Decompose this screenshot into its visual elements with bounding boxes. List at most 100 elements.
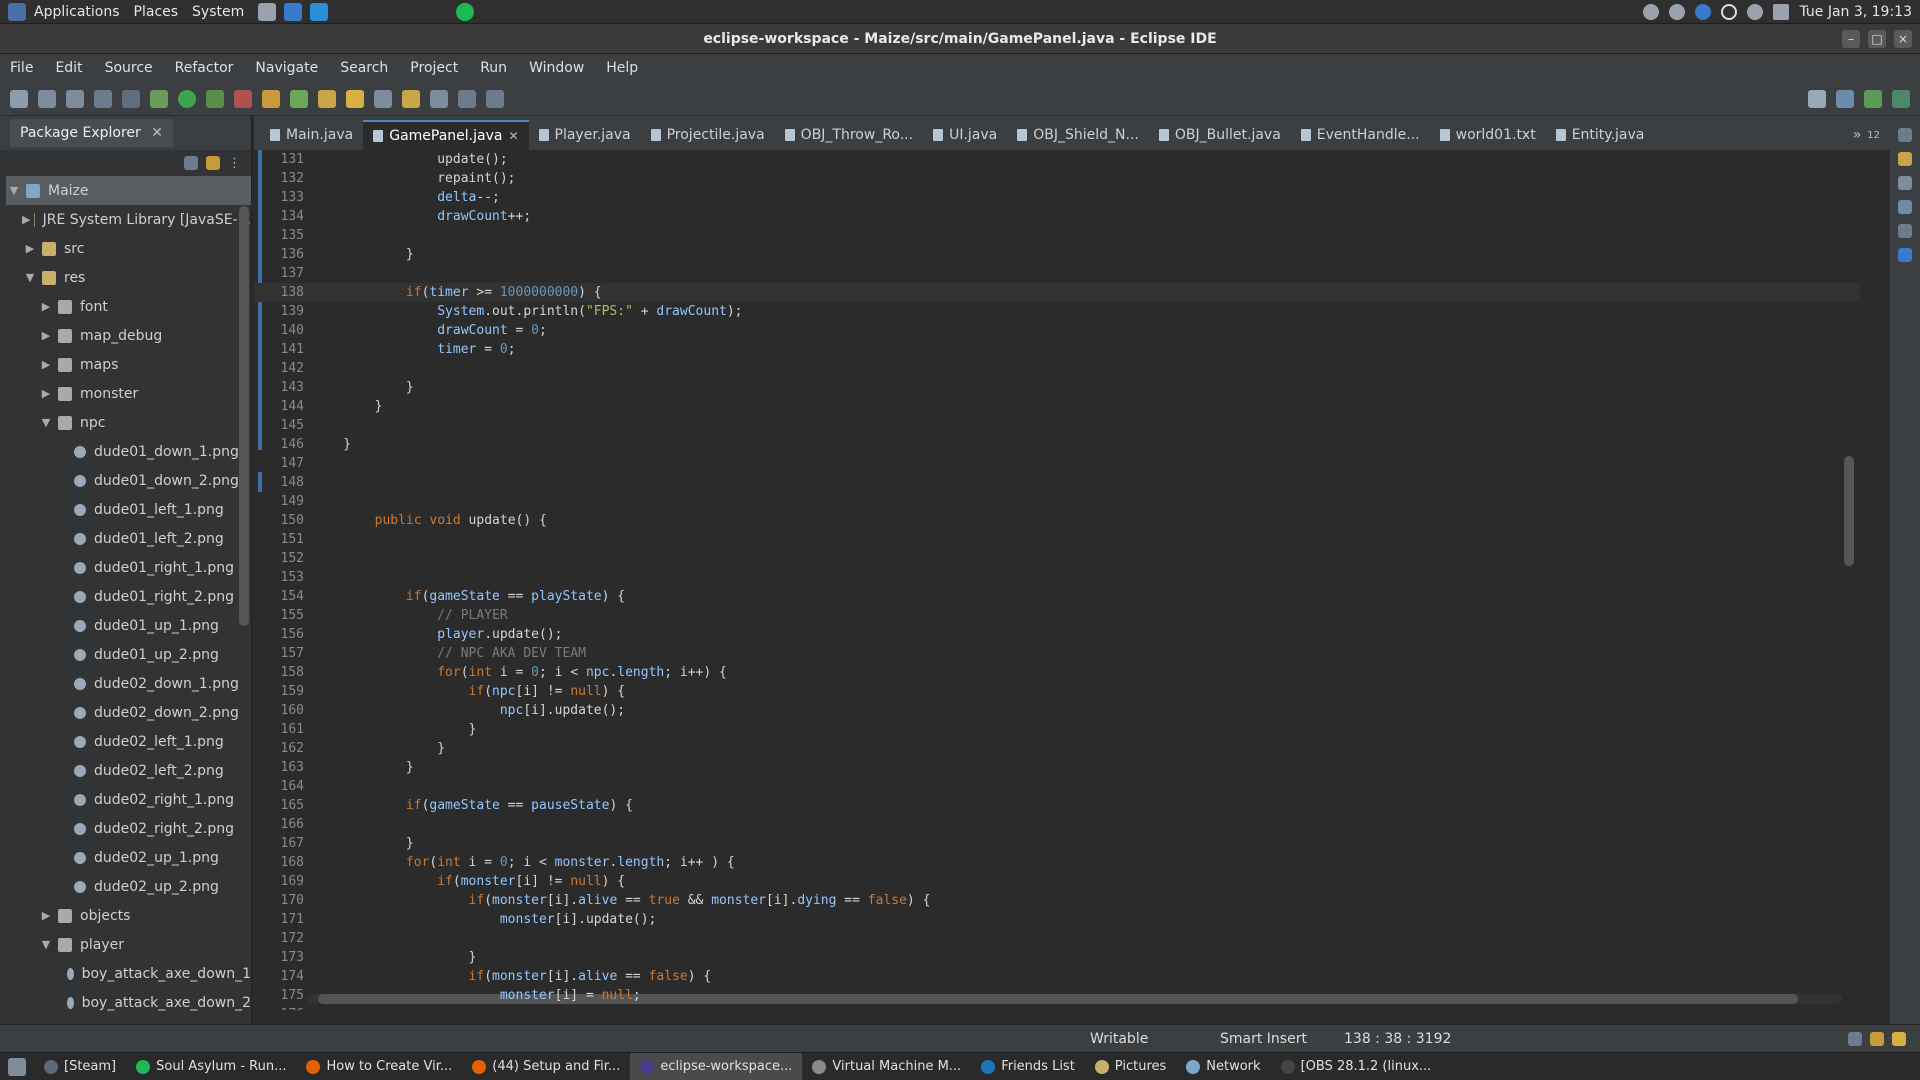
status-icon[interactable] <box>1848 1031 1862 1046</box>
close-icon[interactable]: ✕ <box>508 129 518 143</box>
tree-item[interactable]: ▶ monster <box>6 379 251 408</box>
code-line[interactable]: 135 <box>254 226 1860 245</box>
taskbar-item[interactable]: [Steam] <box>34 1053 126 1080</box>
editor-tab[interactable]: GamePanel.java ✕ <box>363 120 529 150</box>
code-line[interactable]: 156 player.update(); <box>254 625 1860 644</box>
debug-icon[interactable] <box>150 89 168 108</box>
close-window-button[interactable]: × <box>1894 30 1912 48</box>
search-tool-icon[interactable] <box>346 89 364 108</box>
menu-refactor[interactable]: Refactor <box>175 60 234 76</box>
code-line[interactable]: 168 for(int i = 0; i < monster.length; i… <box>254 853 1860 872</box>
tree-item[interactable]: dude02_right_2.png <box>6 814 251 843</box>
tree-item[interactable]: ▶ maps <box>6 350 251 379</box>
hierarchy-view-icon[interactable] <box>1898 248 1912 262</box>
code-line[interactable]: 163 } <box>254 758 1860 777</box>
code-line[interactable]: 162 } <box>254 739 1860 758</box>
code-line[interactable]: 143 } <box>254 378 1860 397</box>
new-icon[interactable] <box>10 89 28 108</box>
tree-item[interactable]: ▶ font <box>6 292 251 321</box>
editor-tab[interactable]: world01.txt <box>1430 120 1546 150</box>
skip-breakpoints-icon[interactable] <box>122 89 140 108</box>
code-line[interactable]: 157 // NPC AKA DEV TEAM <box>254 644 1860 663</box>
code-line[interactable]: 144 } <box>254 397 1860 416</box>
outline-view-icon[interactable] <box>1898 152 1912 166</box>
code-line[interactable]: 161 } <box>254 720 1860 739</box>
code-line[interactable]: 158 for(int i = 0; i < npc.length; i++) … <box>254 663 1860 682</box>
tree-item[interactable]: ▼ res <box>6 263 251 292</box>
editor-tab[interactable]: EventHandle... <box>1291 120 1430 150</box>
tree-item[interactable]: ▼ npc <box>6 408 251 437</box>
collapsed-arrow-icon[interactable]: ▶ <box>38 358 54 371</box>
editor-tab[interactable]: Entity.java <box>1546 120 1655 150</box>
tree-item[interactable]: dude02_left_1.png <box>6 727 251 756</box>
code-line[interactable]: 139 System.out.println("FPS:" + drawCoun… <box>254 302 1860 321</box>
tree-item[interactable]: dude01_up_2.png <box>6 640 251 669</box>
menu-project[interactable]: Project <box>410 60 458 76</box>
code-line[interactable]: 169 if(monster[i] != null) { <box>254 872 1860 891</box>
minimize-view-icon[interactable] <box>1898 128 1912 142</box>
code-line[interactable]: 142 <box>254 359 1860 378</box>
code-line[interactable]: 172 <box>254 929 1860 948</box>
tree-item[interactable]: dude02_up_1.png <box>6 843 251 872</box>
tree-item[interactable]: boy_attack_axe_down_2 <box>6 988 251 1017</box>
show-desktop-icon[interactable] <box>8 1057 26 1076</box>
editor-tab[interactable]: UI.java <box>923 120 1007 150</box>
taskbar-item[interactable]: eclipse-workspace... <box>630 1052 803 1080</box>
package-explorer-tab[interactable]: Package Explorer ✕ <box>10 119 173 147</box>
tree-item[interactable]: dude01_down_2.png <box>6 466 251 495</box>
code-line[interactable]: 152 <box>254 549 1860 568</box>
code-line[interactable]: 148 <box>254 473 1860 492</box>
tree-item[interactable]: ▶ map_debug <box>6 321 251 350</box>
tree-item[interactable]: boy_attack_axe_down_1 <box>6 959 251 988</box>
debug-perspective-icon[interactable] <box>1892 89 1910 108</box>
view-menu-icon[interactable]: ⋮ <box>228 156 241 171</box>
code-line[interactable]: 133 delta--; <box>254 188 1860 207</box>
code-line[interactable]: 141 timer = 0; <box>254 340 1860 359</box>
app-launcher-icon[interactable] <box>8 2 26 21</box>
tree-item[interactable]: dude01_left_2.png <box>6 524 251 553</box>
vscode-launcher-icon[interactable] <box>310 2 329 21</box>
taskbar-item[interactable]: Pictures <box>1085 1053 1176 1080</box>
code-line[interactable]: 176 <box>254 1005 1860 1010</box>
code-line[interactable]: 140 drawCount = 0; <box>254 321 1860 340</box>
status-cursor-position[interactable]: 138 : 38 : 3192 <box>1344 1031 1451 1047</box>
code-line[interactable]: 159 if(npc[i] != null) { <box>254 682 1860 701</box>
tree-item[interactable]: dude02_left_2.png <box>6 756 251 785</box>
collapsed-arrow-icon[interactable]: ▶ <box>22 242 38 255</box>
code-line[interactable]: 147 <box>254 454 1860 473</box>
new-java-project-icon[interactable] <box>262 89 280 108</box>
tree-item[interactable]: ▼ Maize <box>6 176 251 205</box>
lightbulb-icon[interactable] <box>1892 1031 1906 1046</box>
code-line[interactable]: 151 <box>254 530 1860 549</box>
taskbar-item[interactable]: Soul Asylum - Run... <box>126 1053 296 1080</box>
collapsed-arrow-icon[interactable]: ▶ <box>38 387 54 400</box>
expanded-arrow-icon[interactable]: ▼ <box>38 938 54 951</box>
console-view-icon[interactable] <box>1898 224 1912 238</box>
minimize-button[interactable]: – <box>1842 30 1860 48</box>
code-line[interactable]: 131 update(); <box>254 150 1860 169</box>
coverage-icon[interactable] <box>206 89 224 108</box>
bluetooth-icon[interactable] <box>1695 3 1712 20</box>
code-line[interactable]: 166 <box>254 815 1860 834</box>
tree-item[interactable]: ▶ src <box>6 234 251 263</box>
external-tools-icon[interactable] <box>234 89 252 108</box>
menu-navigate[interactable]: Navigate <box>255 60 318 76</box>
code-line[interactable]: 160 npc[i].update(); <box>254 701 1860 720</box>
system-menu[interactable]: System <box>192 4 244 20</box>
tree-item[interactable]: dude01_up_1.png <box>6 611 251 640</box>
taskbar-item[interactable]: Network <box>1176 1053 1270 1080</box>
code-line[interactable]: 164 <box>254 777 1860 796</box>
open-type-icon[interactable] <box>318 89 336 108</box>
code-line[interactable]: 145 <box>254 416 1860 435</box>
expanded-arrow-icon[interactable]: ▼ <box>22 271 38 284</box>
task-list-icon[interactable] <box>1898 176 1912 190</box>
maximize-button[interactable]: □ <box>1868 30 1886 48</box>
tree-item[interactable]: ▶ objects <box>6 901 251 930</box>
expanded-arrow-icon[interactable]: ▼ <box>6 184 22 197</box>
menu-file[interactable]: File <box>10 60 33 76</box>
code-line[interactable]: 153 <box>254 568 1860 587</box>
tree-item[interactable]: dude02_down_2.png <box>6 698 251 727</box>
code-line[interactable]: 174 if(monster[i].alive == false) { <box>254 967 1860 986</box>
editor-tab[interactable]: Player.java <box>529 120 641 150</box>
code-line[interactable]: 155 // PLAYER <box>254 606 1860 625</box>
